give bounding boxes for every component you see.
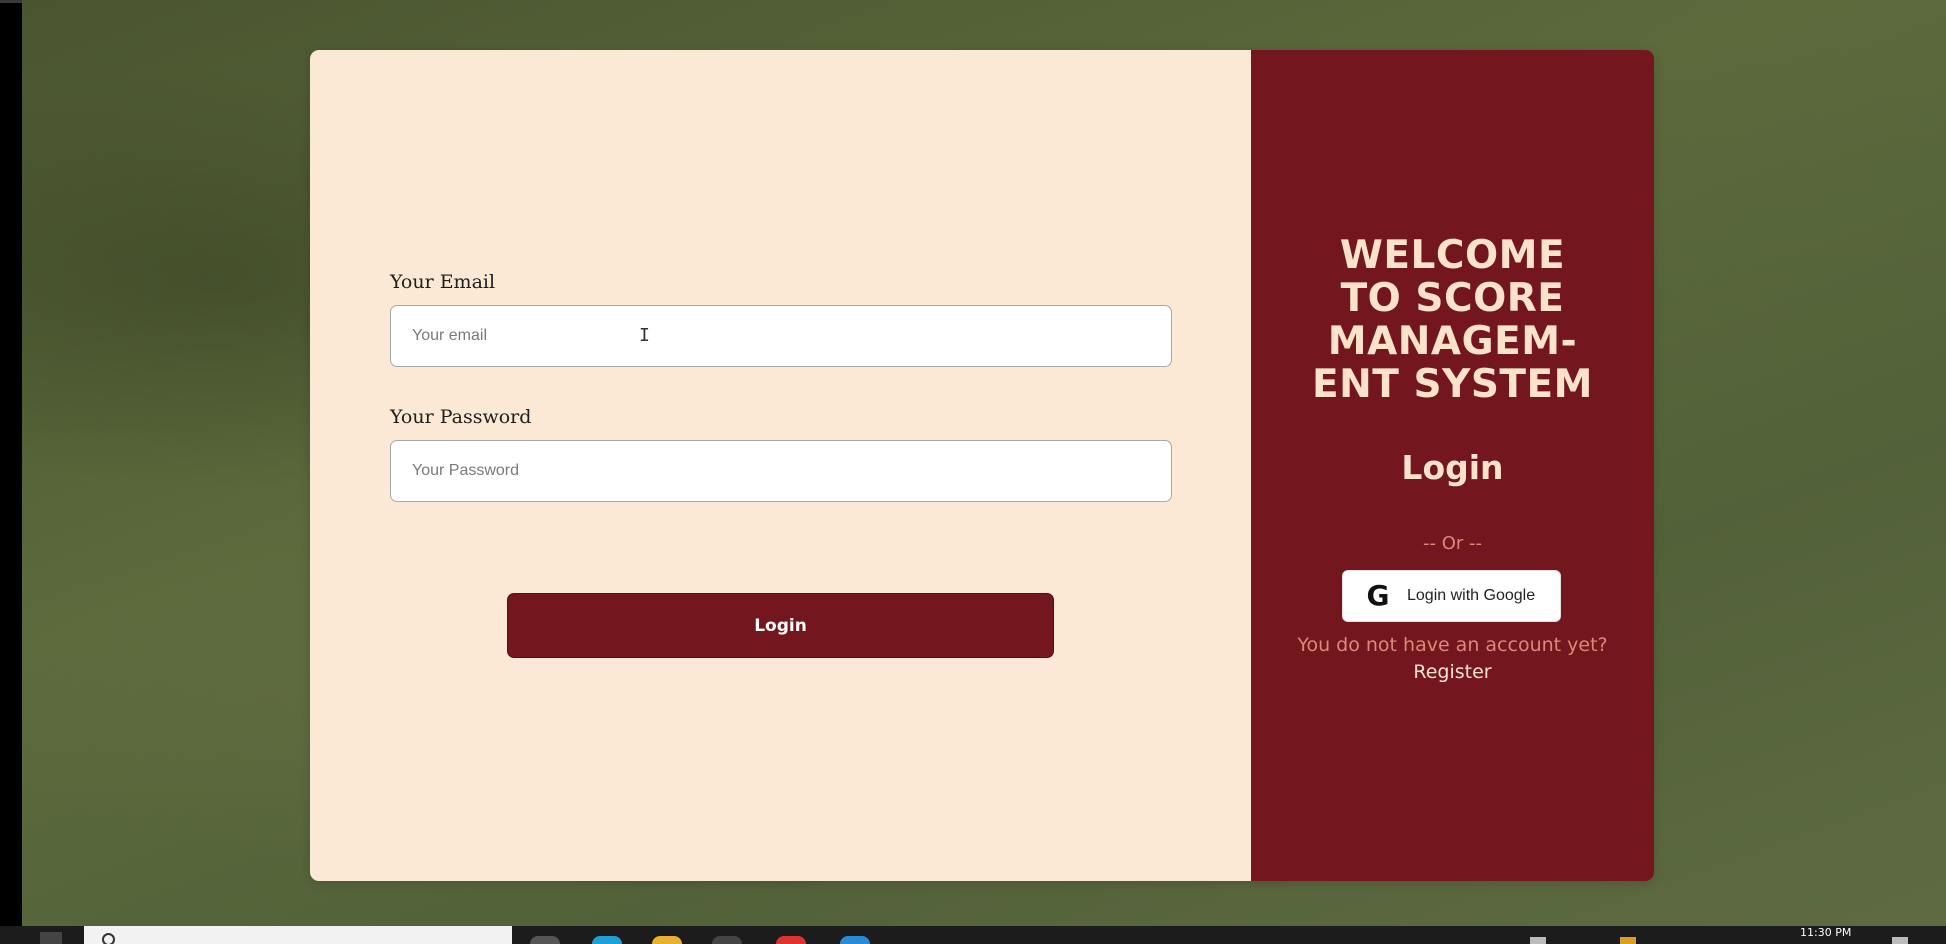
chrome-icon[interactable] (776, 936, 806, 944)
taskbar-clock[interactable]: 11:30 PM (1800, 926, 1851, 940)
login-card: Your Email I Your Password Login WELCOME… (310, 50, 1654, 881)
taskbar-search-box[interactable] (84, 926, 512, 944)
google-button-label: Login with Google (1407, 587, 1536, 604)
welcome-line: TO SCORE (1340, 276, 1565, 321)
task-view-icon[interactable] (530, 936, 560, 944)
edge-browser-icon[interactable] (592, 936, 622, 944)
email-input[interactable] (390, 305, 1172, 367)
login-with-google-button[interactable]: G Login with Google (1342, 570, 1561, 622)
login-form-panel: Your Email I Your Password Login (310, 50, 1251, 881)
no-account-text: You do not have an account yet? (1297, 634, 1608, 656)
windows-start-icon[interactable] (40, 932, 62, 944)
login-title: Login (1401, 448, 1504, 487)
tray-icon[interactable] (1620, 937, 1636, 944)
login-button[interactable]: Login (507, 593, 1054, 658)
email-label: Your Email (390, 271, 496, 293)
taskbar: 11:30 PM (0, 926, 1946, 944)
taskbar-app-icon[interactable] (712, 936, 742, 944)
welcome-line: MANAGEM- (1327, 319, 1578, 364)
welcome-line: ENT SYSTEM (1312, 362, 1593, 407)
notification-icon[interactable] (1892, 937, 1908, 944)
google-icon: G (1366, 579, 1390, 612)
welcome-panel: WELCOME TO SCORE MANAGEM- ENT SYSTEM Log… (1251, 50, 1654, 881)
search-icon (102, 933, 115, 944)
vscode-icon[interactable] (840, 936, 870, 944)
file-explorer-icon[interactable] (652, 936, 682, 944)
or-divider: -- Or -- (1423, 533, 1482, 554)
password-label: Your Password (390, 406, 532, 428)
register-link[interactable]: Register (1251, 661, 1654, 683)
welcome-line: WELCOME (1339, 233, 1566, 278)
password-input[interactable] (390, 440, 1172, 502)
welcome-heading: WELCOME TO SCORE MANAGEM- ENT SYSTEM (1251, 234, 1654, 406)
tray-icon[interactable] (1530, 937, 1546, 944)
